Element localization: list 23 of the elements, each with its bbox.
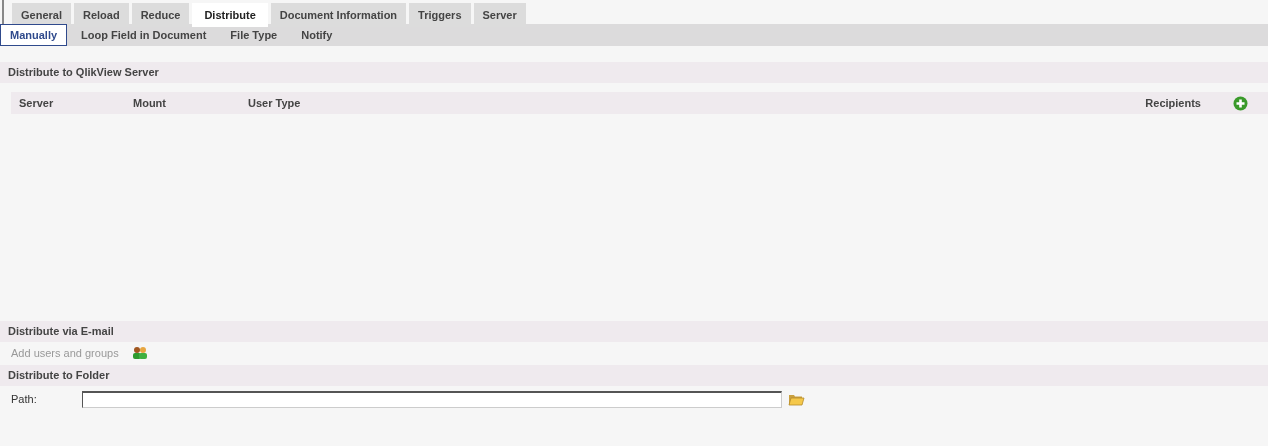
tab[interactable]: Reload [73, 3, 129, 27]
users-icon[interactable] [132, 345, 148, 360]
section-header: Distribute to Folder [0, 365, 1268, 386]
column-header: User Type [247, 97, 302, 109]
column-header: Recipients [1144, 97, 1201, 109]
column-header: Mount [132, 97, 167, 109]
tab[interactable]: Document Information [270, 3, 407, 27]
subtab[interactable]: Loop Field in Document [71, 24, 217, 46]
tab[interactable]: Triggers [409, 3, 471, 27]
subtab[interactable]: File Type [220, 24, 288, 46]
section-header: Distribute to QlikView Server [0, 62, 1268, 83]
tab[interactable]: Reduce [131, 3, 190, 27]
tab[interactable]: Distribute [192, 3, 268, 27]
tab[interactable]: General [12, 3, 71, 27]
subtab[interactable]: Notify [291, 24, 343, 46]
path-field[interactable] [81, 390, 782, 408]
path-label: Path: [11, 393, 37, 405]
add-users-label: Add users and groups [11, 346, 120, 359]
tab[interactable]: Server [473, 3, 526, 27]
subtab[interactable]: Manually [0, 24, 68, 46]
column-header: Server [18, 97, 55, 109]
add-icon[interactable] [1233, 95, 1248, 111]
section-header: Distribute via E-mail [0, 321, 1268, 342]
